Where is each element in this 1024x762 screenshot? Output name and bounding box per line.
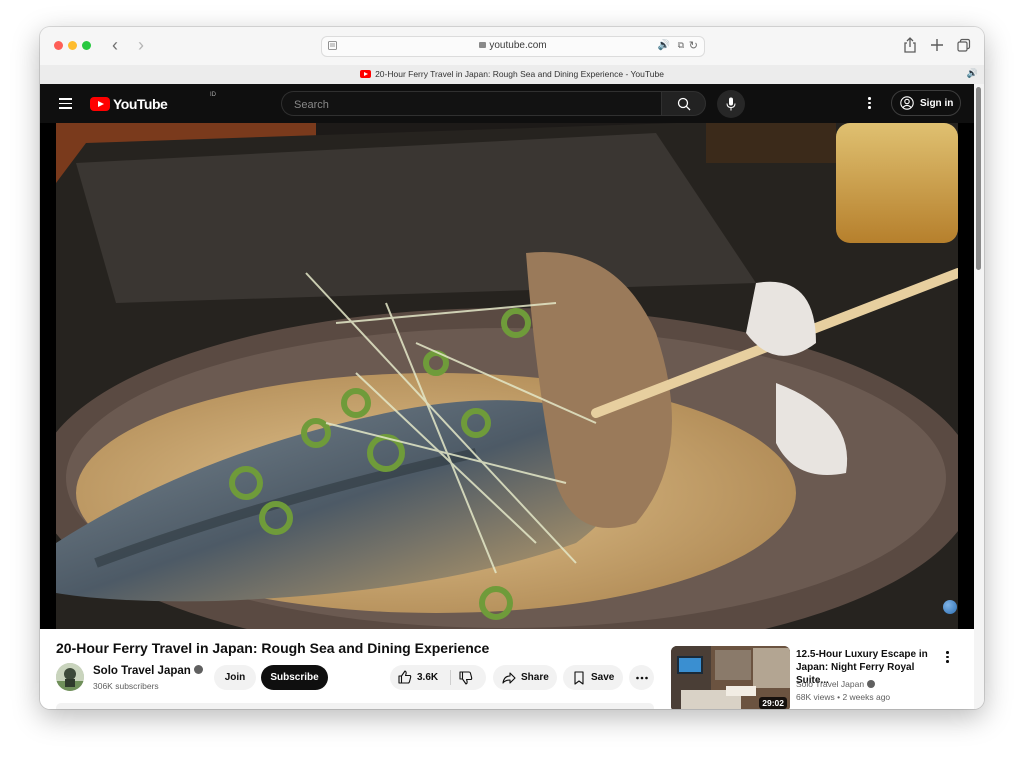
like-separator bbox=[450, 670, 451, 685]
menu-icon[interactable] bbox=[59, 98, 72, 109]
description-box[interactable] bbox=[56, 703, 654, 709]
sign-in-button[interactable]: Sign in bbox=[891, 90, 961, 116]
recommended-more-icon[interactable] bbox=[946, 651, 950, 665]
youtube-masthead: YouTube ID Sign in bbox=[40, 84, 974, 123]
like-icon[interactable] bbox=[398, 670, 412, 684]
recommended-channel[interactable]: Solo Travel Japan bbox=[796, 679, 876, 689]
minimize-window-button[interactable] bbox=[68, 41, 77, 50]
lock-icon bbox=[479, 42, 487, 48]
bookmark-icon bbox=[574, 671, 584, 685]
video-player[interactable] bbox=[56, 123, 958, 629]
channel-name[interactable]: Solo Travel Japan bbox=[93, 665, 203, 677]
logo-text: YouTube bbox=[113, 96, 168, 112]
dislike-icon[interactable] bbox=[459, 671, 473, 685]
page-scrollbar-thumb[interactable] bbox=[976, 87, 981, 270]
video-duration: 29:02 bbox=[759, 697, 787, 709]
reload-icon[interactable]: ↻ bbox=[689, 39, 698, 52]
verified-icon bbox=[193, 665, 203, 675]
join-label: Join bbox=[224, 672, 246, 683]
player-indicator bbox=[943, 600, 957, 614]
tab-strip: 20-Hour Ferry Travel in Japan: Rough Sea… bbox=[40, 65, 984, 85]
browser-window: ‹ › youtube.com 🔊 ⧉ ↻ 20-Hour Ferry Trav… bbox=[40, 27, 984, 709]
search-icon bbox=[677, 97, 691, 111]
search-button[interactable] bbox=[661, 91, 706, 116]
active-tab[interactable]: 20-Hour Ferry Travel in Japan: Rough Sea… bbox=[40, 69, 984, 79]
audio-icon[interactable]: 🔊 bbox=[658, 40, 670, 51]
new-tab-icon[interactable] bbox=[930, 37, 944, 53]
tabs-overview-icon[interactable] bbox=[957, 37, 971, 53]
share-label: Share bbox=[521, 672, 549, 683]
save-button[interactable]: Save bbox=[563, 665, 623, 690]
verified-icon bbox=[867, 679, 876, 688]
address-bar[interactable]: youtube.com 🔊 ⧉ ↻ bbox=[321, 36, 705, 57]
recommended-video-thumbnail[interactable]: 29:02 bbox=[671, 646, 790, 709]
recommended-meta: 68K views • 2 weeks ago bbox=[796, 692, 891, 702]
join-button[interactable]: Join bbox=[214, 665, 256, 690]
mic-icon bbox=[726, 97, 736, 111]
country-code: ID bbox=[210, 92, 216, 98]
back-icon[interactable]: ‹ bbox=[106, 36, 124, 54]
video-title: 20-Hour Ferry Travel in Japan: Rough Sea… bbox=[56, 640, 490, 656]
zoom-window-button[interactable] bbox=[82, 41, 91, 50]
search-input[interactable] bbox=[292, 96, 656, 114]
youtube-favicon-icon bbox=[360, 70, 372, 78]
save-label: Save bbox=[591, 672, 615, 683]
forward-icon[interactable]: › bbox=[132, 36, 150, 54]
tab-audio-icon[interactable]: 🔊 bbox=[967, 68, 978, 79]
share-arrow-icon bbox=[502, 672, 516, 684]
more-actions-button[interactable] bbox=[629, 665, 654, 690]
sign-in-label: Sign in bbox=[920, 98, 954, 109]
url-text: youtube.com bbox=[489, 40, 547, 51]
share-icon[interactable] bbox=[903, 37, 917, 53]
search-box bbox=[281, 91, 661, 116]
watch-metadata: 20-Hour Ferry Travel in Japan: Rough Sea… bbox=[40, 629, 974, 709]
avatar-image bbox=[56, 663, 84, 691]
tab-title: 20-Hour Ferry Travel in Japan: Rough Sea… bbox=[375, 69, 664, 79]
browser-toolbar: ‹ › youtube.com 🔊 ⧉ ↻ bbox=[40, 27, 984, 65]
youtube-play-icon bbox=[90, 97, 110, 111]
like-dislike-bar: 3.6K bbox=[390, 665, 486, 690]
subscribe-button[interactable]: Subscribe bbox=[261, 665, 328, 690]
voice-search-button[interactable] bbox=[717, 90, 745, 118]
subscribe-label: Subscribe bbox=[270, 672, 319, 683]
like-count[interactable]: 3.6K bbox=[417, 672, 438, 683]
more-horizontal-icon bbox=[636, 676, 648, 680]
account-icon bbox=[900, 96, 914, 110]
translate-icon[interactable]: ⧉ bbox=[678, 40, 684, 51]
close-window-button[interactable] bbox=[54, 41, 63, 50]
video-frame bbox=[56, 123, 958, 629]
more-icon[interactable] bbox=[868, 97, 872, 111]
subscriber-count: 306K subscribers bbox=[93, 681, 159, 691]
share-button[interactable]: Share bbox=[493, 665, 557, 690]
channel-avatar[interactable] bbox=[56, 663, 84, 691]
